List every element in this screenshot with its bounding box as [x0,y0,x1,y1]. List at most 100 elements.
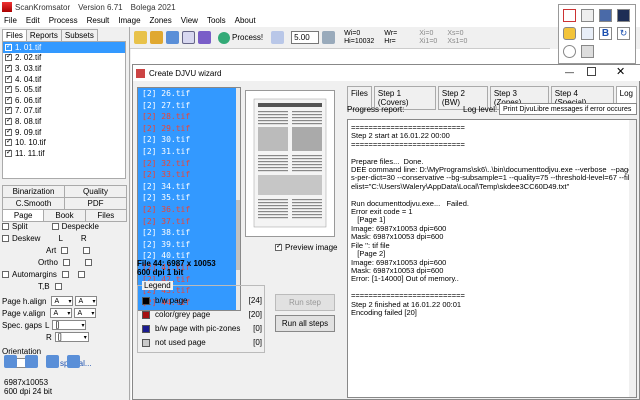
list-item[interactable]: 7. 07.tif [3,105,125,117]
pencil-icon[interactable] [563,27,576,40]
halign-select-2[interactable]: A [75,296,98,306]
deskew-checkbox[interactable] [2,234,9,242]
checkbox[interactable] [5,52,12,62]
refresh-icon[interactable]: ↻ [617,27,630,40]
art-l-checkbox[interactable] [61,246,69,254]
page-list-scrollbar[interactable] [236,88,240,310]
halign-select-1[interactable]: A [51,296,74,306]
open-folder-icon[interactable] [150,31,163,44]
menu-result[interactable]: Result [87,16,110,25]
checklist-icon[interactable] [67,355,80,368]
list-item[interactable]: 8. 08.tif [3,116,125,127]
despeckle-checkbox[interactable] [51,222,59,230]
valign-select-1[interactable]: A [50,308,73,318]
menu-image[interactable]: Image [118,16,140,25]
tab-subsets[interactable]: Subsets [60,29,98,41]
new-icon[interactable] [134,31,147,44]
picture-icon[interactable] [581,9,594,22]
checkbox[interactable] [5,127,12,136]
settings-icon[interactable] [198,31,211,44]
list-item[interactable]: 4. 04.tif [3,74,125,85]
page-list-item[interactable]: [2] 29.tif [138,123,240,135]
checkbox[interactable] [5,63,12,72]
list-invert-icon[interactable] [46,355,59,368]
log-level-select[interactable]: Print DjvuLibre messages if error occure… [499,103,637,115]
log-scrollbar[interactable] [629,120,636,397]
checkbox[interactable] [5,84,12,94]
tab-files[interactable]: Files [2,29,27,41]
page-list-item[interactable]: [2] 30.tif [138,134,240,146]
scrollbar-thumb[interactable] [236,200,240,270]
checkbox[interactable] [5,95,12,104]
menu-file[interactable]: File [4,16,17,25]
page-list-item[interactable]: [2] 35.tif [138,192,240,204]
ortho-l-checkbox[interactable] [63,258,71,266]
art-r-checkbox[interactable] [83,246,91,254]
list-item[interactable]: 11. 11.tif [3,148,125,159]
page-list-item[interactable]: [2] 27.tif [138,100,240,112]
page-list-item[interactable]: [2] 37.tif [138,216,240,228]
run-step-button[interactable]: Run step [275,294,335,311]
page-list-item[interactable]: [2] 38.tif [138,227,240,239]
page-list-item[interactable]: [2] 31.tif [138,146,240,158]
list-item[interactable]: 2. 02.tif [3,52,125,64]
maximize-icon[interactable] [587,67,596,76]
image-icon[interactable] [599,9,612,22]
grid-icon[interactable] [581,45,594,58]
page-list-item[interactable]: [2] 36.tif [138,204,240,216]
process-button[interactable]: Process! [214,30,267,46]
page-list-item[interactable]: [2] 32.tif [138,158,240,170]
page-icon[interactable] [271,31,285,44]
select-zone-icon[interactable] [563,9,576,22]
automargins-l-checkbox[interactable] [61,270,69,278]
close-icon[interactable]: ✕ [616,65,625,78]
automargins-r-checkbox[interactable] [77,270,85,278]
preview-image-option[interactable]: ✓ Preview image [275,243,337,252]
circle-icon[interactable] [563,45,576,58]
bold-b-icon[interactable]: B [599,27,612,40]
list-item[interactable]: 3. 03.tif [3,63,125,74]
menu-process[interactable]: Process [49,16,78,25]
minimize-icon[interactable]: — [565,67,574,77]
checkbox[interactable] [5,105,12,115]
tb-checkbox[interactable] [54,282,62,290]
page-list-item[interactable]: [2] 34.tif [138,181,240,193]
preview-checkbox[interactable]: ✓ [275,243,282,251]
list-item[interactable]: 10. 10.tif [3,137,125,148]
list-item[interactable]: 6. 06.tif [3,95,125,106]
batch-icon[interactable] [182,31,195,44]
page-list-item[interactable]: [2] 39.tif [138,239,240,251]
run-all-steps-button[interactable]: Run all steps [275,315,335,332]
list-uncheck-icon[interactable] [25,355,38,368]
checkbox[interactable] [5,137,12,147]
list-check-icon[interactable] [4,355,17,368]
menu-zones[interactable]: Zones [150,16,172,25]
menu-view[interactable]: View [181,16,198,25]
list-item[interactable]: 9. 09.tif [3,127,125,138]
dark-image-icon[interactable] [617,9,630,22]
save-icon[interactable] [166,31,179,44]
valign-select-2[interactable]: A [74,308,97,318]
list-item[interactable]: 5. 05.tif [3,84,125,95]
spec-r-select[interactable]: [] [54,332,89,342]
zoom-icon[interactable] [322,31,336,44]
menu-edit[interactable]: Edit [26,16,40,25]
menu-about[interactable]: About [235,16,256,25]
page-list-item[interactable]: [2] 33.tif [138,169,240,181]
page-list-item[interactable]: [2] 26.tif [138,88,240,100]
spec-l-select[interactable]: [] [52,320,87,330]
automargins-checkbox[interactable] [2,270,9,278]
checkbox[interactable] [5,42,12,51]
ortho-r-checkbox[interactable] [85,258,93,266]
checkbox[interactable] [5,74,12,83]
menu-tools[interactable]: Tools [207,16,226,25]
page-list[interactable]: [2] 26.tif [2] 27.tif [2] 28.tif [2] 29.tif… [137,87,241,311]
table-icon[interactable] [581,27,594,40]
tab-reports[interactable]: Reports [25,29,62,41]
list-item[interactable]: 1. 01.tif [3,42,125,53]
checkbox[interactable] [5,148,12,157]
file-list[interactable]: 1. 01.tif 2. 02.tif 3. 03.tif 4. 04.tif … [2,41,126,179]
page-list-item[interactable]: [2] 28.tif [138,111,240,123]
zoom-input[interactable]: 5.00 [291,31,320,44]
split-checkbox[interactable] [2,222,9,230]
